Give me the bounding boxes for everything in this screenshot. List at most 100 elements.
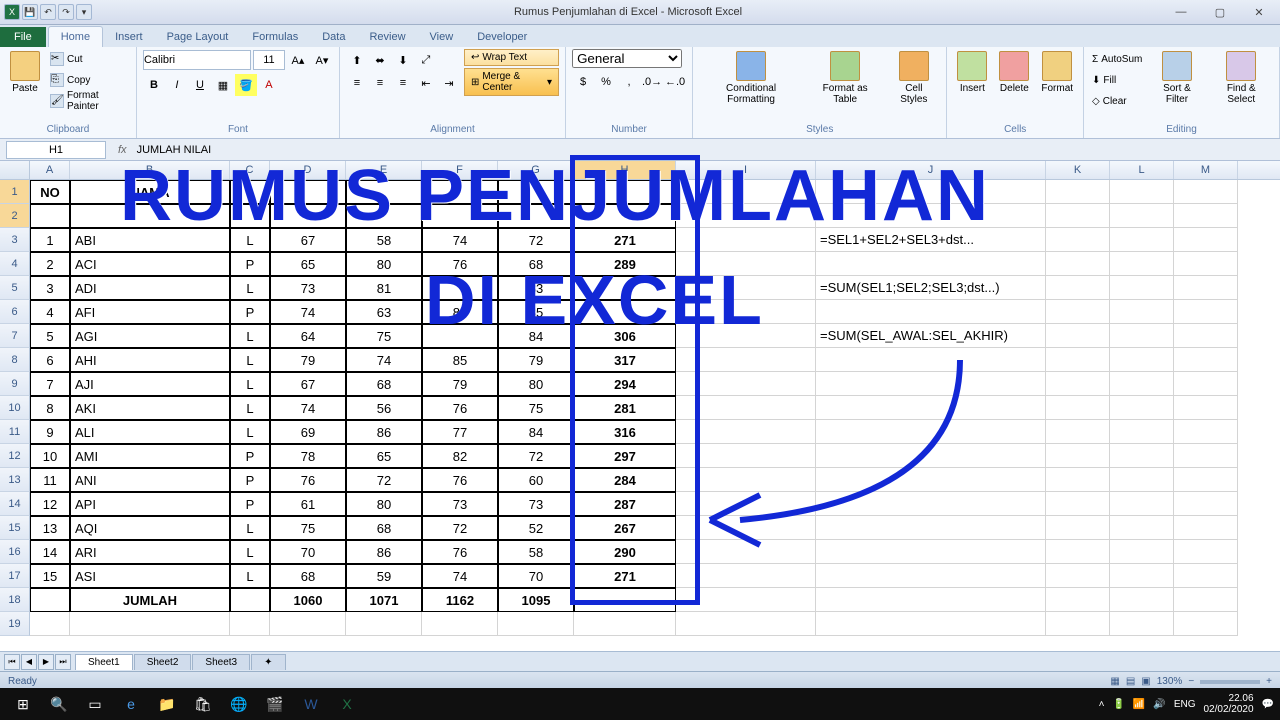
cell[interactable]: L: [230, 372, 270, 396]
cell[interactable]: [1110, 396, 1174, 420]
cell[interactable]: P: [230, 468, 270, 492]
data-tab[interactable]: Data: [310, 27, 357, 47]
cell[interactable]: 73: [270, 276, 346, 300]
cell[interactable]: 79: [498, 348, 574, 372]
bold-button[interactable]: B: [143, 74, 165, 96]
cell[interactable]: [676, 228, 816, 252]
indent-dec-icon[interactable]: ⇤: [415, 72, 437, 94]
row-9[interactable]: 9: [0, 372, 30, 396]
copy-button[interactable]: ⎘Copy: [48, 70, 130, 90]
cell[interactable]: 84: [498, 324, 574, 348]
cell[interactable]: 58: [498, 540, 574, 564]
cell[interactable]: [422, 276, 498, 300]
view-break-icon[interactable]: ▣: [1141, 676, 1150, 687]
cell[interactable]: 10: [30, 444, 70, 468]
cell[interactable]: 1162: [422, 588, 498, 612]
start-icon[interactable]: ⊞: [6, 690, 40, 718]
cell[interactable]: [816, 348, 1046, 372]
col-B[interactable]: B: [70, 161, 230, 179]
cell[interactable]: 63: [346, 300, 422, 324]
col-C[interactable]: C: [230, 161, 270, 179]
cell[interactable]: [1046, 228, 1110, 252]
cell[interactable]: AQI: [70, 516, 230, 540]
cell[interactable]: L: [230, 420, 270, 444]
cell[interactable]: 72: [422, 516, 498, 540]
cell[interactable]: 1071: [346, 588, 422, 612]
cell[interactable]: P: [230, 300, 270, 324]
cell[interactable]: 7: [30, 372, 70, 396]
cell[interactable]: 76: [422, 396, 498, 420]
cell[interactable]: [1174, 252, 1238, 276]
decrease-font-icon[interactable]: A▾: [311, 49, 333, 71]
cell[interactable]: 72: [498, 228, 574, 252]
view-tab[interactable]: View: [418, 27, 466, 47]
cell[interactable]: AKI: [70, 396, 230, 420]
cell[interactable]: 74: [270, 396, 346, 420]
number-format-select[interactable]: General: [572, 49, 682, 68]
cell[interactable]: 58: [346, 228, 422, 252]
cell[interactable]: [1174, 348, 1238, 372]
cell[interactable]: [270, 612, 346, 636]
currency-icon[interactable]: $: [572, 71, 594, 93]
cell[interactable]: NAMA: [70, 180, 230, 204]
cell[interactable]: [1046, 564, 1110, 588]
cell[interactable]: 289: [574, 252, 676, 276]
cell[interactable]: [574, 588, 676, 612]
cell[interactable]: ABI: [70, 228, 230, 252]
last-sheet-icon[interactable]: ⏭: [55, 654, 71, 670]
zoom-slider[interactable]: [1200, 680, 1260, 684]
language-indicator[interactable]: ENG: [1174, 699, 1196, 710]
cell[interactable]: =SEL1+SEL2+SEL3+dst...: [816, 228, 1046, 252]
explorer-icon[interactable]: 📁: [150, 690, 184, 718]
col-F[interactable]: F: [422, 161, 498, 179]
cell[interactable]: [816, 300, 1046, 324]
chrome-icon[interactable]: 🌐: [222, 690, 256, 718]
cell[interactable]: [1174, 492, 1238, 516]
cell[interactable]: [816, 372, 1046, 396]
cell[interactable]: 86: [346, 540, 422, 564]
cell[interactable]: [1174, 564, 1238, 588]
cell[interactable]: 1060: [270, 588, 346, 612]
col-D[interactable]: D: [270, 161, 346, 179]
cell[interactable]: [422, 324, 498, 348]
cell[interactable]: [816, 492, 1046, 516]
cell[interactable]: AJI: [70, 372, 230, 396]
cell[interactable]: L: [230, 564, 270, 588]
close-button[interactable]: ✕: [1240, 2, 1278, 22]
cell[interactable]: 61: [270, 492, 346, 516]
cell[interactable]: ACI: [70, 252, 230, 276]
cell[interactable]: [1174, 228, 1238, 252]
cell[interactable]: 56: [346, 396, 422, 420]
cell[interactable]: [676, 444, 816, 468]
cell[interactable]: [422, 180, 498, 204]
row-13[interactable]: 13: [0, 468, 30, 492]
cell[interactable]: [816, 252, 1046, 276]
cell[interactable]: [676, 324, 816, 348]
cell[interactable]: [1174, 612, 1238, 636]
cell[interactable]: 69: [270, 420, 346, 444]
cell[interactable]: 287: [574, 492, 676, 516]
file-tab[interactable]: File: [0, 27, 46, 47]
wifi-icon[interactable]: 📶: [1133, 699, 1145, 710]
cell[interactable]: [1174, 396, 1238, 420]
format-as-table-button[interactable]: Format as Table: [807, 49, 883, 107]
cell[interactable]: [676, 204, 816, 228]
cell[interactable]: [498, 204, 574, 228]
cell[interactable]: 70: [270, 540, 346, 564]
cell[interactable]: 85: [498, 300, 574, 324]
row-4[interactable]: 4: [0, 252, 30, 276]
cell[interactable]: 317: [574, 348, 676, 372]
row-12[interactable]: 12: [0, 444, 30, 468]
cell[interactable]: [676, 588, 816, 612]
zoom-in-icon[interactable]: +: [1266, 676, 1272, 687]
col-E[interactable]: E: [346, 161, 422, 179]
cell[interactable]: [676, 252, 816, 276]
cell[interactable]: [1046, 396, 1110, 420]
increase-font-icon[interactable]: A▴: [287, 49, 309, 71]
save-icon[interactable]: 💾: [22, 4, 38, 20]
cell[interactable]: [676, 492, 816, 516]
col-L[interactable]: L: [1110, 161, 1174, 179]
new-sheet-icon[interactable]: ✦: [251, 654, 285, 670]
cell[interactable]: 82: [422, 444, 498, 468]
cell[interactable]: L: [230, 540, 270, 564]
